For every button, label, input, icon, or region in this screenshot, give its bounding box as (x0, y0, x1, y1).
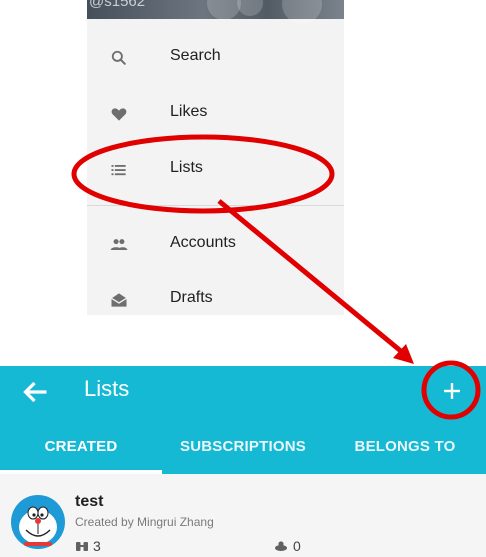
menu-item-likes[interactable]: Likes (87, 86, 344, 142)
list-name: test (75, 493, 104, 510)
tab-label: CREATED (44, 438, 118, 455)
menu-item-label: Likes (170, 103, 208, 120)
page-title: Lists (84, 376, 130, 401)
menu-item-label: Search (170, 47, 221, 64)
tab-label: SUBSCRIPTIONS (180, 438, 306, 455)
navigation-drawer: @s1562 Search Likes Lists Accounts Draft… (87, 0, 344, 315)
drawer-handle: @s1562 (89, 0, 146, 10)
add-list-button[interactable] (432, 371, 472, 411)
menu-item-label: Accounts (170, 234, 236, 251)
accounts-icon (110, 239, 128, 250)
tab-label: BELONGS TO (354, 438, 456, 455)
menu-item-label: Lists (170, 159, 203, 176)
drafts-icon (111, 293, 127, 307)
members-icon (76, 542, 88, 551)
list-item[interactable]: test Created by Mingrui Zhang 3 0 (0, 474, 486, 557)
tab-created[interactable]: CREATED (0, 438, 162, 474)
menu-item-label: Drafts (170, 289, 213, 306)
menu-item-drafts[interactable]: Drafts (87, 272, 344, 315)
menu-item-accounts[interactable]: Accounts (87, 217, 344, 273)
members-count: 3 (93, 538, 101, 554)
tab-subscriptions[interactable]: SUBSCRIPTIONS (162, 438, 324, 474)
heart-icon (111, 108, 127, 121)
list-icon (111, 165, 126, 176)
tab-belongs-to[interactable]: BELONGS TO (324, 438, 486, 474)
menu-item-search[interactable]: Search (87, 30, 344, 86)
plus-icon (444, 383, 460, 399)
drawer-header: @s1562 (87, 0, 344, 24)
list-creator: Created by Mingrui Zhang (75, 515, 214, 529)
subscribers-count: 0 (293, 538, 301, 554)
app-bar: Lists CREATED SUBSCRIPTIONS BELONGS TO (0, 366, 486, 474)
menu-item-lists[interactable]: Lists (87, 142, 344, 198)
divider (87, 205, 344, 206)
avatar (11, 495, 65, 549)
lists-list: test Created by Mingrui Zhang 3 0 (0, 474, 486, 557)
subscribers-icon (275, 541, 287, 551)
search-icon (111, 50, 126, 65)
back-arrow-icon[interactable] (18, 374, 54, 410)
pointer-arrowhead (393, 344, 414, 364)
